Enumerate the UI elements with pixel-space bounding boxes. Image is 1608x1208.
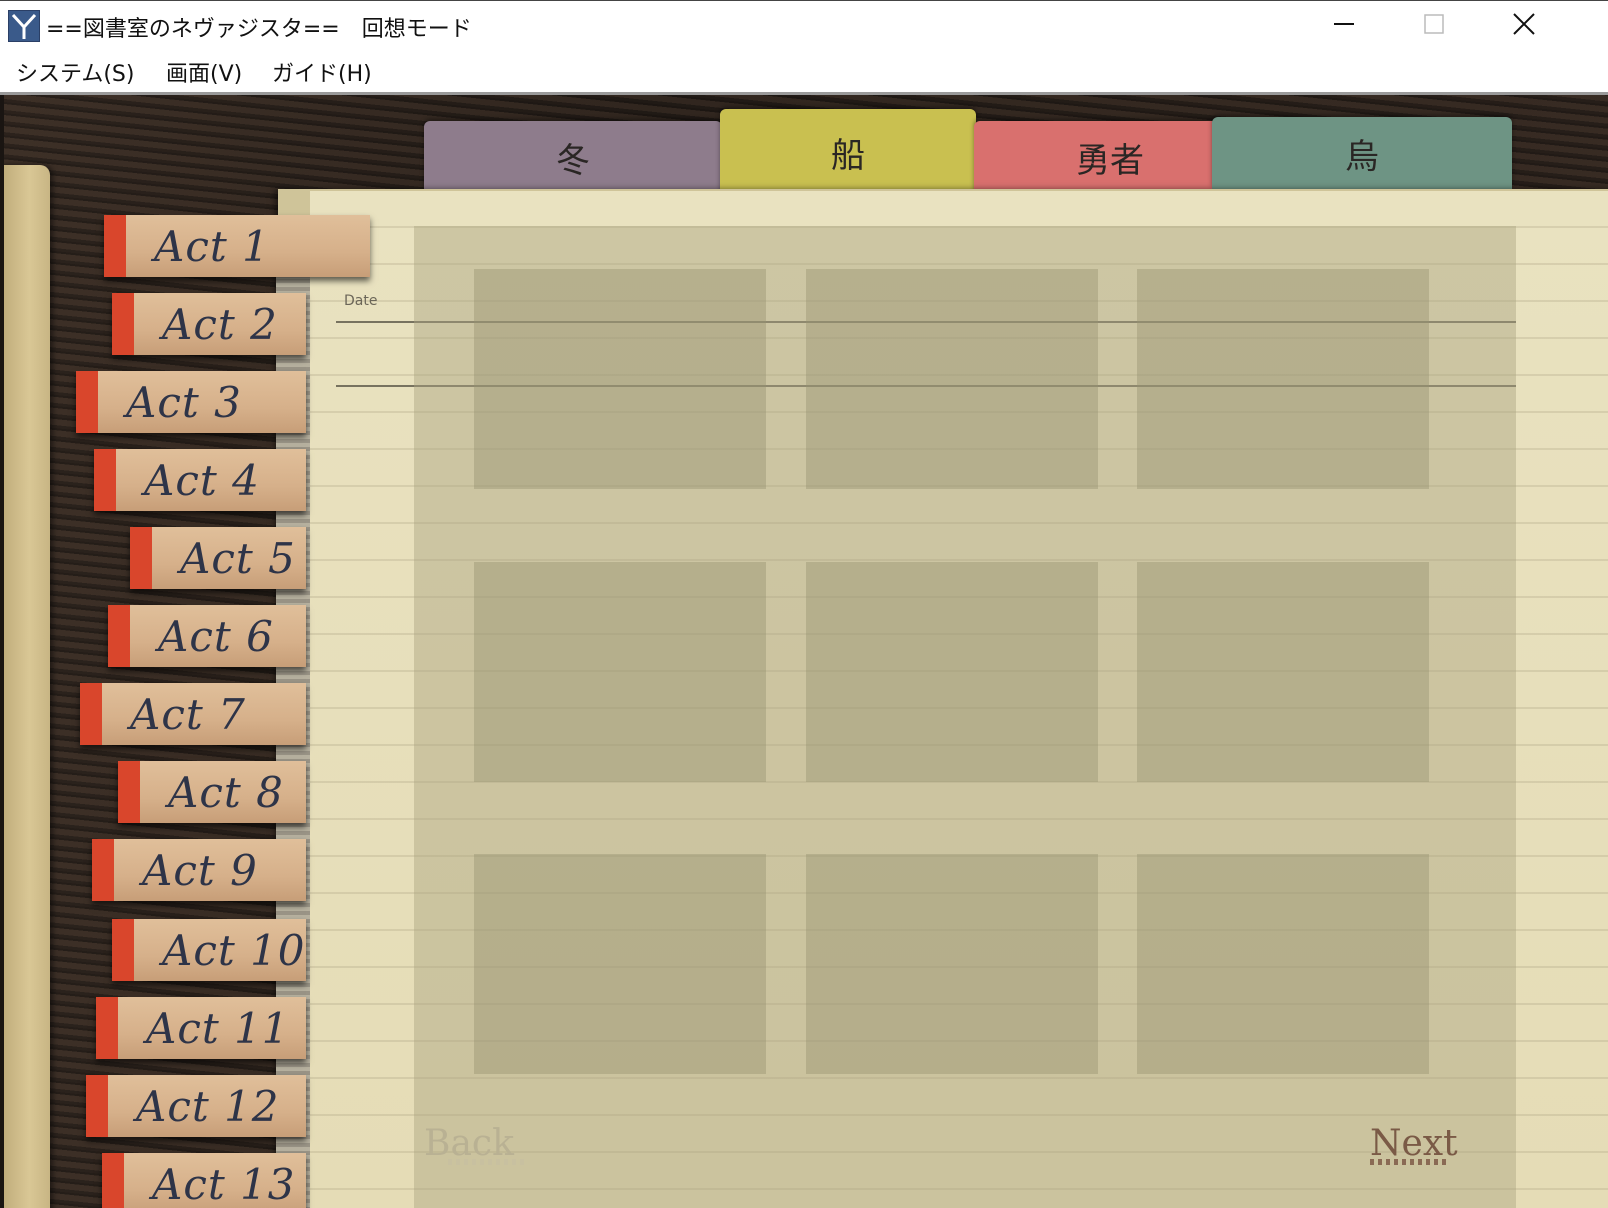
game-screen: 冬 船 勇者 烏 Date Act 1 Act 2 Act 3 Act 4 Ac… <box>4 95 1608 1208</box>
back-button[interactable]: Back <box>424 1123 514 1164</box>
act-tab-label: Act 6 <box>158 611 274 661</box>
tab-karasu[interactable]: 烏 <box>1212 117 1512 189</box>
act-tab-label: Act 10 <box>162 925 306 975</box>
scene-slot[interactable] <box>806 269 1098 489</box>
act-tab-label: Act 11 <box>146 1003 290 1053</box>
tab-label: 船 <box>831 135 865 176</box>
menu-system[interactable]: システム(S) <box>16 56 134 88</box>
act-tab-label: Act 8 <box>168 767 284 817</box>
act-tab-label: Act 13 <box>152 1159 296 1208</box>
scene-slot[interactable] <box>806 854 1098 1074</box>
app-icon[interactable] <box>8 10 40 42</box>
act-tab-8[interactable]: Act 8 <box>118 761 306 823</box>
app-window: ==図書室のネヴァジスタ== 回想モード システム(S) 画面(V) ガイド(H… <box>0 0 1608 1208</box>
act-tab-label: Act 12 <box>136 1081 280 1131</box>
scene-slot[interactable] <box>474 562 766 782</box>
act-tab-label: Act 2 <box>162 299 278 349</box>
close-icon <box>1512 12 1536 40</box>
act-tab-label: Act 5 <box>180 533 296 583</box>
tab-fune[interactable]: 船 <box>720 109 976 195</box>
act-tab-label: Act 1 <box>154 221 270 271</box>
next-underline <box>1370 1159 1448 1165</box>
next-label: Next <box>1370 1123 1458 1164</box>
scene-slot[interactable] <box>1137 269 1429 489</box>
act-tab-3[interactable]: Act 3 <box>76 371 306 433</box>
title-bar: ==図書室のネヴァジスタ== 回想モード <box>0 0 1608 53</box>
act-tab-label: Act 9 <box>142 845 258 895</box>
close-button[interactable] <box>1478 1 1570 51</box>
folder-edge <box>4 165 50 1208</box>
menu-bar: システム(S) 画面(V) ガイド(H) <box>0 52 1608 92</box>
act-tab-2[interactable]: Act 2 <box>112 293 306 355</box>
act-tab-11[interactable]: Act 11 <box>96 997 306 1059</box>
act-tab-10[interactable]: Act 10 <box>112 919 306 981</box>
maximize-icon <box>1422 12 1446 40</box>
minimize-icon <box>1332 12 1356 40</box>
maximize-button[interactable] <box>1388 1 1480 51</box>
act-tab-label: Act 4 <box>144 455 260 505</box>
window-title: ==図書室のネヴァジスタ== 回想モード <box>46 17 472 42</box>
next-button[interactable]: Next <box>1370 1123 1458 1164</box>
scene-slot[interactable] <box>806 562 1098 782</box>
scene-slot[interactable] <box>1137 562 1429 782</box>
tab-label: 冬 <box>556 140 590 181</box>
scene-slot[interactable] <box>474 854 766 1074</box>
act-tab-9[interactable]: Act 9 <box>92 839 306 901</box>
scene-slot[interactable] <box>474 269 766 489</box>
tab-yuusha[interactable]: 勇者 <box>974 121 1246 193</box>
act-tab-5[interactable]: Act 5 <box>130 527 306 589</box>
act-tab-6[interactable]: Act 6 <box>108 605 306 667</box>
act-tab-label: Act 3 <box>126 377 242 427</box>
act-tab-4[interactable]: Act 4 <box>94 449 306 511</box>
act-tab-7[interactable]: Act 7 <box>80 683 306 745</box>
menu-guide[interactable]: ガイド(H) <box>272 56 372 88</box>
back-label: Back <box>424 1123 514 1164</box>
act-tab-12[interactable]: Act 12 <box>86 1075 306 1137</box>
back-underline <box>448 1159 526 1165</box>
tab-label: 勇者 <box>1076 140 1144 181</box>
act-tab-1[interactable]: Act 1 <box>104 215 370 277</box>
tab-label: 烏 <box>1345 136 1379 177</box>
minimize-button[interactable] <box>1298 1 1390 51</box>
tab-fuyu[interactable]: 冬 <box>424 121 722 193</box>
menu-view[interactable]: 画面(V) <box>166 56 242 88</box>
act-tab-label: Act 7 <box>130 689 246 739</box>
scene-slot[interactable] <box>1137 854 1429 1074</box>
act-tab-13[interactable]: Act 13 <box>102 1153 306 1208</box>
date-label: Date <box>344 293 378 309</box>
